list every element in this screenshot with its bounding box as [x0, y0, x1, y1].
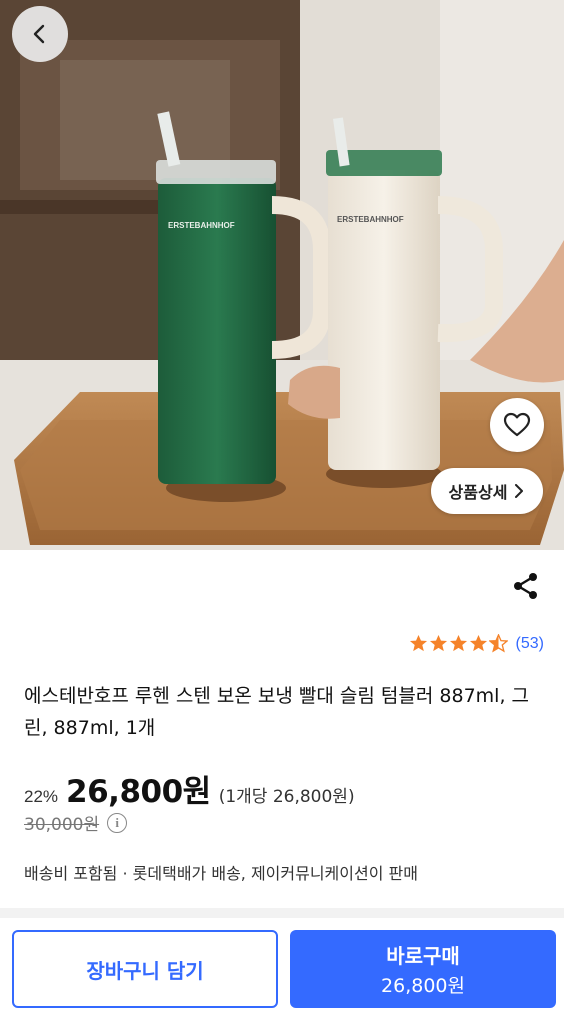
cup-brand-text: ERSTEBAHNHOF: [168, 221, 235, 230]
star-full-icon: [429, 634, 447, 652]
section-divider: [0, 908, 564, 918]
share-icon: [514, 573, 537, 599]
back-button[interactable]: [12, 6, 68, 62]
add-to-cart-button[interactable]: 장바구니 담기: [12, 930, 278, 1008]
original-price-row: 30,000원 i: [24, 810, 128, 835]
rating-count[interactable]: (53): [516, 635, 544, 653]
product-image[interactable]: ERSTEBAHNHOF ERSTEBAHNHOF 상품상세: [0, 0, 564, 550]
original-price: 30,000원: [24, 815, 100, 835]
star-half-icon: [488, 634, 508, 653]
sale-price: 26,800원: [66, 774, 211, 810]
product-detail-label: 상품상세: [448, 483, 508, 502]
rating-stars: [409, 634, 508, 653]
shipping-info: 배송비 포함됨 · 롯데택배가 배송, 제이커뮤니케이션이 판매: [24, 864, 418, 883]
product-detail-button[interactable]: 상품상세: [431, 468, 543, 514]
buy-now-price: 26,800원: [381, 975, 465, 997]
star-full-icon: [449, 634, 467, 652]
star-full-icon: [469, 634, 487, 652]
rating[interactable]: (53): [409, 634, 544, 653]
info-icon[interactable]: i: [107, 812, 128, 833]
discount-rate: 22%: [24, 787, 59, 806]
share-button[interactable]: [510, 570, 542, 602]
product-title: 에스테반호프 루헨 스텐 보온 보냉 빨대 슬림 텀블러 887ml, 그린, …: [24, 685, 530, 739]
wishlist-button[interactable]: [490, 398, 544, 452]
buy-now-label: 바로구매: [386, 944, 460, 968]
unit-price: (1개당 26,800원): [218, 787, 355, 807]
purchase-bar: 장바구니 담기 바로구매 26,800원: [0, 918, 564, 1024]
chevron-right-icon: [515, 484, 524, 498]
heart-icon: [503, 412, 531, 437]
cup-brand-text-2: ERSTEBAHNHOF: [337, 215, 404, 224]
buy-now-button[interactable]: 바로구매 26,800원: [290, 930, 556, 1008]
star-full-icon: [409, 634, 427, 652]
price-row: 22% 26,800원 (1개당 26,800원): [24, 766, 355, 811]
chevron-left-icon: [33, 24, 45, 44]
